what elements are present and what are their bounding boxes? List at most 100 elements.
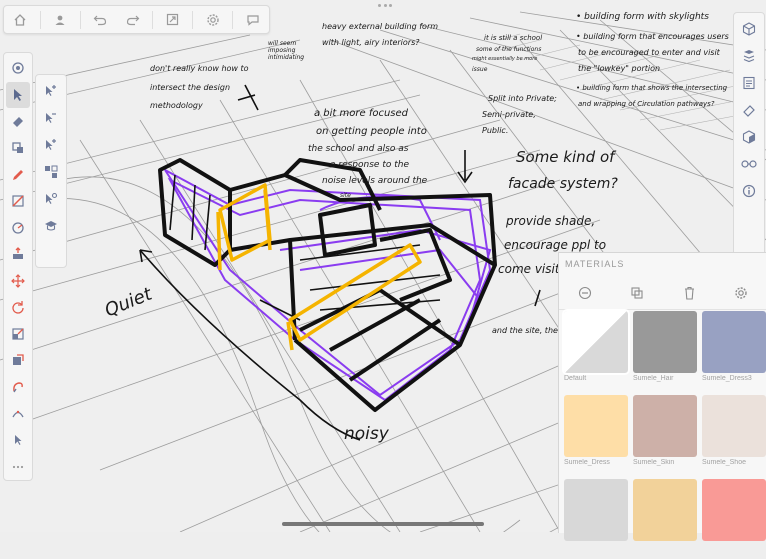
material-swatch-cell[interactable] — [564, 479, 628, 559]
material-swatch-grid: Default Sumele_Hair Sumele_Dress3 Sumele_Dr… — [562, 309, 766, 559]
material-icon[interactable] — [737, 123, 761, 150]
annotation: it is still a school — [484, 34, 543, 42]
tape-icon[interactable] — [6, 374, 30, 401]
more-icon[interactable] — [6, 453, 30, 480]
arrow-icon[interactable] — [6, 427, 30, 454]
material-swatch-label: Sumele_Shoe — [702, 459, 746, 466]
annotation: and wrapping of Circulation pathways? — [578, 100, 715, 108]
layers-stack-icon[interactable] — [737, 42, 761, 69]
material-swatch-cell[interactable] — [702, 479, 766, 559]
tool-flyout-rail — [35, 74, 67, 268]
annotation: some of the functions — [476, 46, 542, 53]
annotation: heavy external building form — [322, 22, 439, 31]
layers-icon[interactable] — [6, 55, 30, 82]
material-swatch-cell[interactable]: Sumele_Hair — [633, 311, 697, 391]
annotation: • building form with skylights — [576, 12, 709, 22]
move-icon[interactable] — [6, 268, 30, 295]
material-swatch[interactable] — [702, 311, 766, 373]
annotation: issue — [472, 66, 488, 73]
annotation: a bit more focused — [314, 108, 409, 119]
material-swatch-label: Sumele_Skin — [633, 459, 675, 466]
annotation: a response to the — [330, 160, 409, 170]
annotation: don't really know how to — [150, 64, 249, 73]
info-icon[interactable] — [737, 177, 761, 204]
material-swatch[interactable] — [562, 309, 630, 375]
paint-icon[interactable] — [6, 135, 30, 162]
material-swatch-label: Sumele_Hair — [633, 375, 674, 382]
line-icon[interactable] — [6, 188, 30, 215]
divider — [192, 10, 194, 29]
material-swatch-cell[interactable]: Sumele_Dress3 — [702, 311, 766, 391]
material-swatch[interactable] — [702, 395, 766, 457]
annotation: noisy — [344, 424, 389, 444]
annotation: might essentially be more — [472, 56, 538, 62]
material-swatch-label: Sumele_Dress — [564, 459, 610, 466]
pencil-icon[interactable] — [6, 161, 30, 188]
divider — [152, 10, 154, 29]
annotation: to be encouraged to enter and visit — [578, 48, 720, 57]
push-pull-icon[interactable] — [6, 241, 30, 268]
export-icon[interactable] — [160, 9, 186, 31]
material-swatch-cell[interactable]: Sumele_Shoe — [702, 395, 766, 475]
select-minus-icon[interactable] — [39, 104, 63, 131]
material-swatch-cell[interactable]: Sumele_Skin — [633, 395, 697, 475]
annotation: • building form that encourages users — [576, 32, 729, 41]
home-icon[interactable] — [7, 9, 33, 31]
delete-icon[interactable] — [683, 286, 696, 305]
annotation: provide shade, — [506, 214, 596, 228]
select-plus-icon[interactable] — [39, 77, 63, 104]
annotation: methodology — [150, 101, 203, 110]
annotation: noise levels around the — [322, 176, 428, 186]
rotate-icon[interactable] — [6, 294, 30, 321]
select-component-icon[interactable] — [39, 185, 63, 212]
add-icon[interactable] — [578, 286, 592, 305]
model-info-icon[interactable] — [737, 69, 761, 96]
home-indicator[interactable] — [282, 522, 484, 526]
top-toolbar — [3, 5, 270, 34]
annotation: • building form that shows the intersect… — [576, 84, 728, 92]
divider — [39, 10, 41, 29]
settings-icon[interactable] — [200, 9, 226, 31]
redo-icon[interactable] — [120, 9, 146, 31]
select-toggle-icon[interactable] — [39, 131, 63, 158]
annotation: on getting people into — [316, 126, 427, 137]
right-tool-rail — [733, 12, 765, 286]
cube-icon[interactable] — [737, 15, 761, 42]
settings-icon[interactable] — [734, 286, 748, 305]
graduation-cap-icon[interactable] — [39, 212, 63, 239]
circle-icon[interactable] — [6, 214, 30, 241]
undo-icon[interactable] — [87, 9, 113, 31]
annotation: facade system? — [508, 176, 618, 192]
material-swatch-cell[interactable]: Default — [562, 309, 630, 391]
multitask-dots-icon[interactable] — [378, 4, 392, 8]
annotation: site — [340, 192, 351, 199]
material-swatch[interactable] — [564, 395, 628, 457]
annotation: Public. — [482, 126, 509, 135]
annotation: with light, airy interiors? — [322, 38, 420, 47]
annotation: will seem imposing intimidating — [268, 40, 305, 61]
annotation: come visit. — [498, 262, 564, 276]
material-swatch[interactable] — [633, 395, 697, 457]
select-icon[interactable] — [6, 81, 30, 109]
materials-panel: MATERIALS Default Sumele_Hair Sumele_Dress… — [558, 252, 766, 541]
annotation: intersect the design — [150, 83, 231, 92]
eraser-icon[interactable] — [737, 96, 761, 123]
duplicate-icon[interactable] — [630, 286, 644, 305]
annotation: encourage ppl to — [504, 238, 607, 252]
glasses-icon[interactable] — [737, 150, 761, 177]
user-icon[interactable] — [47, 9, 73, 31]
left-tool-rail — [3, 52, 33, 481]
offset-icon[interactable] — [6, 347, 30, 374]
annotation: Some kind of — [516, 148, 615, 166]
annotation: the school and also as — [308, 144, 409, 154]
material-swatch-label: Sumele_Dress3 — [702, 375, 752, 382]
select-all-icon[interactable] — [39, 158, 63, 185]
material-swatch-cell[interactable]: Sumele_Dress — [564, 395, 628, 475]
annotation: Split into Private; — [488, 94, 557, 103]
eraser-icon[interactable] — [6, 108, 30, 135]
chat-icon[interactable] — [240, 9, 266, 31]
scale-icon[interactable] — [6, 321, 30, 348]
material-swatch-cell[interactable] — [633, 479, 697, 559]
material-swatch[interactable] — [633, 311, 697, 373]
arc-icon[interactable] — [6, 400, 30, 427]
